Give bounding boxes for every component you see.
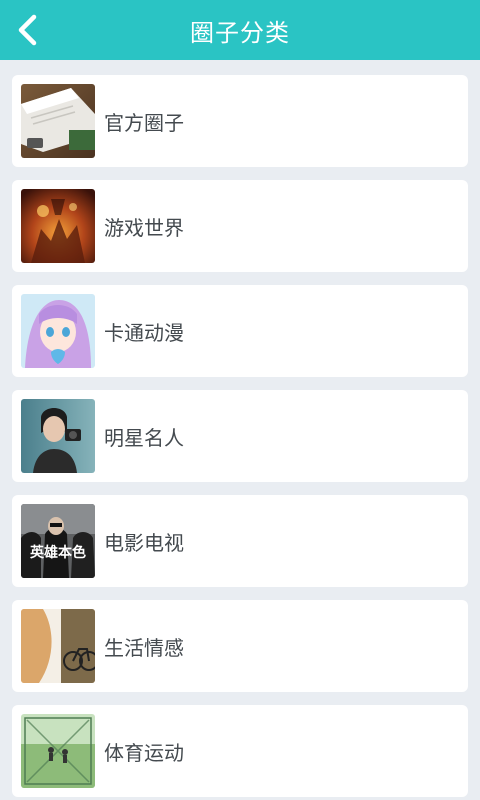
category-label: 游戏世界 bbox=[104, 215, 184, 240]
category-thumbnail bbox=[21, 294, 95, 368]
chevron-left-icon bbox=[18, 14, 37, 46]
category-item-movies[interactable]: 英雄本色 电影电视 bbox=[12, 495, 468, 587]
category-label: 明星名人 bbox=[104, 425, 184, 450]
page-title: 圈子分类 bbox=[190, 18, 290, 47]
category-item-anime[interactable]: 卡通动漫 bbox=[12, 285, 468, 377]
category-label: 官方圈子 bbox=[104, 110, 184, 135]
category-label: 体育运动 bbox=[104, 740, 184, 765]
category-item-celebrity[interactable]: 明星名人 bbox=[12, 390, 468, 482]
category-label: 电影电视 bbox=[104, 530, 184, 555]
category-thumbnail bbox=[21, 609, 95, 683]
category-thumbnail bbox=[21, 714, 95, 788]
category-item-life[interactable]: 生活情感 bbox=[12, 600, 468, 692]
back-button[interactable] bbox=[0, 0, 54, 60]
category-thumbnail bbox=[21, 84, 95, 158]
category-thumbnail: 英雄本色 bbox=[21, 504, 95, 578]
category-label: 卡通动漫 bbox=[104, 320, 184, 345]
category-item-official[interactable]: 官方圈子 bbox=[12, 75, 468, 167]
movie-poster-title: 英雄本色 bbox=[30, 545, 86, 561]
category-item-sports[interactable]: 体育运动 bbox=[12, 705, 468, 797]
category-thumbnail bbox=[21, 189, 95, 263]
category-label: 生活情感 bbox=[104, 635, 184, 660]
top-bar: 圈子分类 bbox=[0, 0, 480, 60]
category-thumbnail bbox=[21, 399, 95, 473]
category-item-games[interactable]: 游戏世界 bbox=[12, 180, 468, 272]
